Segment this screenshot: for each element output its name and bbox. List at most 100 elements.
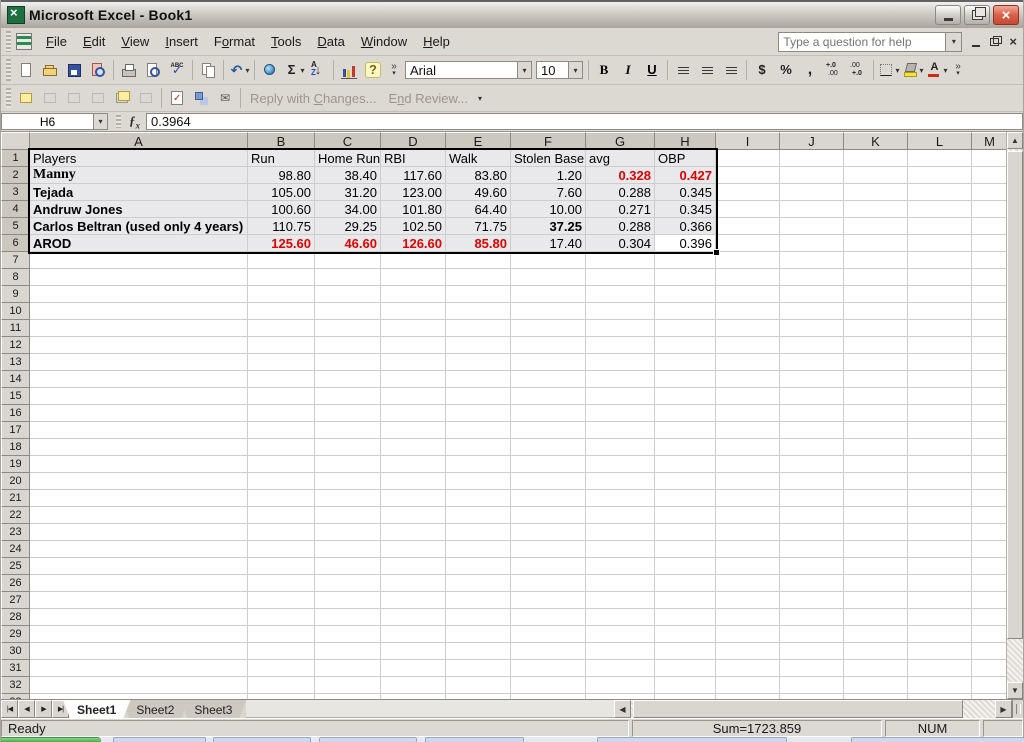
cell-C14[interactable] xyxy=(315,371,381,388)
cell-A4[interactable]: Andruw Jones xyxy=(30,201,248,218)
cell-D7[interactable] xyxy=(381,252,446,269)
cell-G20[interactable] xyxy=(586,473,655,490)
cell-J8[interactable] xyxy=(780,269,844,286)
menu-window[interactable]: Window xyxy=(353,30,415,53)
cell-F10[interactable] xyxy=(511,303,586,320)
cell-J21[interactable] xyxy=(780,490,844,507)
cell-E5[interactable]: 71.75 xyxy=(446,218,511,235)
cell-K23[interactable] xyxy=(844,524,908,541)
cell-K18[interactable] xyxy=(844,439,908,456)
cell-F11[interactable] xyxy=(511,320,586,337)
cell-H7[interactable] xyxy=(655,252,716,269)
cell-L3[interactable] xyxy=(908,184,972,201)
cell-A6[interactable]: AROD xyxy=(30,235,248,252)
col-header-J[interactable]: J xyxy=(780,132,844,150)
cell-K29[interactable] xyxy=(844,626,908,643)
vertical-scroll-track[interactable] xyxy=(1007,149,1023,682)
cell-L8[interactable] xyxy=(908,269,972,286)
tab-sheet3[interactable]: Sheet3 xyxy=(180,700,246,718)
row-header-20[interactable]: 20 xyxy=(1,473,30,490)
cell-C12[interactable] xyxy=(315,337,381,354)
menu-help[interactable]: Help xyxy=(415,30,458,53)
cell-J6[interactable] xyxy=(780,235,844,252)
cell-M20[interactable] xyxy=(972,473,1006,490)
cell-I22[interactable] xyxy=(716,507,780,524)
cell-K1[interactable] xyxy=(844,150,908,167)
menu-insert[interactable]: Insert xyxy=(157,30,206,53)
cell-I1[interactable] xyxy=(716,150,780,167)
row-header-7[interactable]: 7 xyxy=(1,252,30,269)
cell-A20[interactable] xyxy=(30,473,248,490)
row-header-25[interactable]: 25 xyxy=(1,558,30,575)
cell-G12[interactable] xyxy=(586,337,655,354)
cell-J31[interactable] xyxy=(780,660,844,677)
cell-B2[interactable]: 98.80 xyxy=(248,167,315,184)
cell-M6[interactable] xyxy=(972,235,1006,252)
cell-G29[interactable] xyxy=(586,626,655,643)
cell-K9[interactable] xyxy=(844,286,908,303)
cell-H19[interactable] xyxy=(655,456,716,473)
cell-M32[interactable] xyxy=(972,677,1006,694)
taskbar-button-sliver[interactable] xyxy=(425,737,524,742)
cell-D5[interactable]: 102.50 xyxy=(381,218,446,235)
cell-A14[interactable] xyxy=(30,371,248,388)
cell-M31[interactable] xyxy=(972,660,1006,677)
cell-B15[interactable] xyxy=(248,388,315,405)
cell-D24[interactable] xyxy=(381,541,446,558)
cell-C2[interactable]: 38.40 xyxy=(315,167,381,184)
cell-F14[interactable] xyxy=(511,371,586,388)
cell-L9[interactable] xyxy=(908,286,972,303)
cell-F17[interactable] xyxy=(511,422,586,439)
chart-wizard-button[interactable] xyxy=(338,59,360,81)
cell-H18[interactable] xyxy=(655,439,716,456)
cell-M21[interactable] xyxy=(972,490,1006,507)
cell-A21[interactable] xyxy=(30,490,248,507)
cell-D13[interactable] xyxy=(381,354,446,371)
previous-sheet-button[interactable]: ◀ xyxy=(18,700,35,718)
cell-J18[interactable] xyxy=(780,439,844,456)
cell-M9[interactable] xyxy=(972,286,1006,303)
cell-L23[interactable] xyxy=(908,524,972,541)
cell-H16[interactable] xyxy=(655,405,716,422)
autosum-button[interactable]: Σ▾ xyxy=(283,59,305,81)
cell-D2[interactable]: 117.60 xyxy=(381,167,446,184)
cell-F22[interactable] xyxy=(511,507,586,524)
cell-C15[interactable] xyxy=(315,388,381,405)
open-folder-button[interactable] xyxy=(39,59,61,81)
cell-D20[interactable] xyxy=(381,473,446,490)
cell-B18[interactable] xyxy=(248,439,315,456)
cell-H8[interactable] xyxy=(655,269,716,286)
cell-C9[interactable] xyxy=(315,286,381,303)
cell-F12[interactable] xyxy=(511,337,586,354)
cell-C1[interactable]: Home Run xyxy=(315,150,381,167)
cell-D12[interactable] xyxy=(381,337,446,354)
cell-M12[interactable] xyxy=(972,337,1006,354)
cell-D29[interactable] xyxy=(381,626,446,643)
cell-I30[interactable] xyxy=(716,643,780,660)
reply-with-changes-button[interactable]: Reply with Changes... xyxy=(244,89,382,108)
cell-E4[interactable]: 64.40 xyxy=(446,201,511,218)
menu-edit[interactable]: Edit xyxy=(75,30,113,53)
cell-A28[interactable] xyxy=(30,609,248,626)
cell-G33[interactable] xyxy=(586,694,655,699)
row-header-10[interactable]: 10 xyxy=(1,303,30,320)
row-header-13[interactable]: 13 xyxy=(1,354,30,371)
cell-K10[interactable] xyxy=(844,303,908,320)
cell-B22[interactable] xyxy=(248,507,315,524)
cell-D32[interactable] xyxy=(381,677,446,694)
cell-M26[interactable] xyxy=(972,575,1006,592)
cell-G25[interactable] xyxy=(586,558,655,575)
cell-B16[interactable] xyxy=(248,405,315,422)
cell-J26[interactable] xyxy=(780,575,844,592)
cell-I15[interactable] xyxy=(716,388,780,405)
cell-I29[interactable] xyxy=(716,626,780,643)
cell-L14[interactable] xyxy=(908,371,972,388)
cell-M17[interactable] xyxy=(972,422,1006,439)
name-box-dropdown[interactable]: ▾ xyxy=(93,113,108,130)
cell-D25[interactable] xyxy=(381,558,446,575)
cell-C27[interactable] xyxy=(315,592,381,609)
workbook-close-icon[interactable]: × xyxy=(1009,35,1017,48)
cell-H15[interactable] xyxy=(655,388,716,405)
spelling-button[interactable]: ABC xyxy=(166,59,188,81)
underline-button[interactable]: U xyxy=(641,59,663,81)
